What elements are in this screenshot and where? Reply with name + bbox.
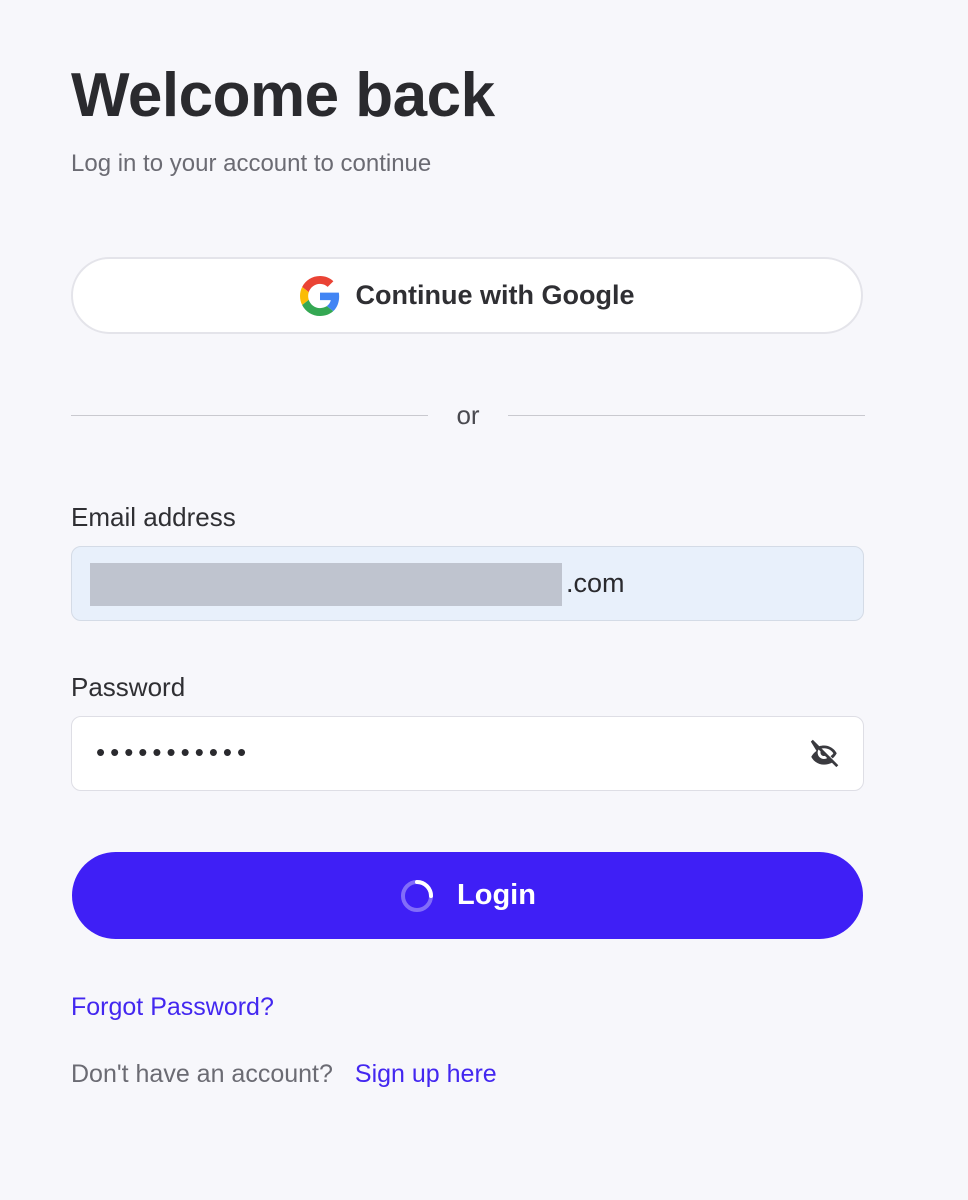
redacted-email-block bbox=[90, 563, 562, 606]
email-value-suffix: .com bbox=[566, 568, 625, 598]
email-label: Email address bbox=[71, 502, 236, 532]
sign-up-link[interactable]: Sign up here bbox=[355, 1060, 497, 1089]
page-subtitle: Log in to your account to continue bbox=[71, 150, 432, 177]
eye-off-icon[interactable] bbox=[805, 737, 843, 771]
continue-with-google-label: Continue with Google bbox=[355, 280, 635, 310]
google-g-icon bbox=[299, 275, 340, 316]
login-button-label: Login bbox=[457, 879, 536, 911]
divider-line-right bbox=[508, 414, 865, 416]
login-button[interactable]: Login bbox=[72, 852, 863, 939]
page-title: Welcome back bbox=[71, 61, 495, 130]
login-page: Welcome back Log in to your account to c… bbox=[0, 0, 968, 1200]
continue-with-google-button[interactable]: Continue with Google bbox=[71, 257, 863, 334]
loading-spinner-icon bbox=[399, 878, 435, 914]
divider-line-left bbox=[71, 414, 428, 416]
or-divider: or bbox=[71, 395, 865, 435]
forgot-password-link[interactable]: Forgot Password? bbox=[71, 993, 274, 1022]
divider-text: or bbox=[456, 399, 480, 430]
signup-row: Don't have an account? Sign up here bbox=[71, 1060, 497, 1089]
signup-prompt: Don't have an account? bbox=[71, 1060, 333, 1088]
password-label: Password bbox=[71, 672, 186, 702]
email-field[interactable]: .com bbox=[71, 546, 864, 621]
password-masked-value: ••••••••••• bbox=[96, 737, 252, 767]
password-field[interactable]: ••••••••••• bbox=[71, 716, 864, 791]
